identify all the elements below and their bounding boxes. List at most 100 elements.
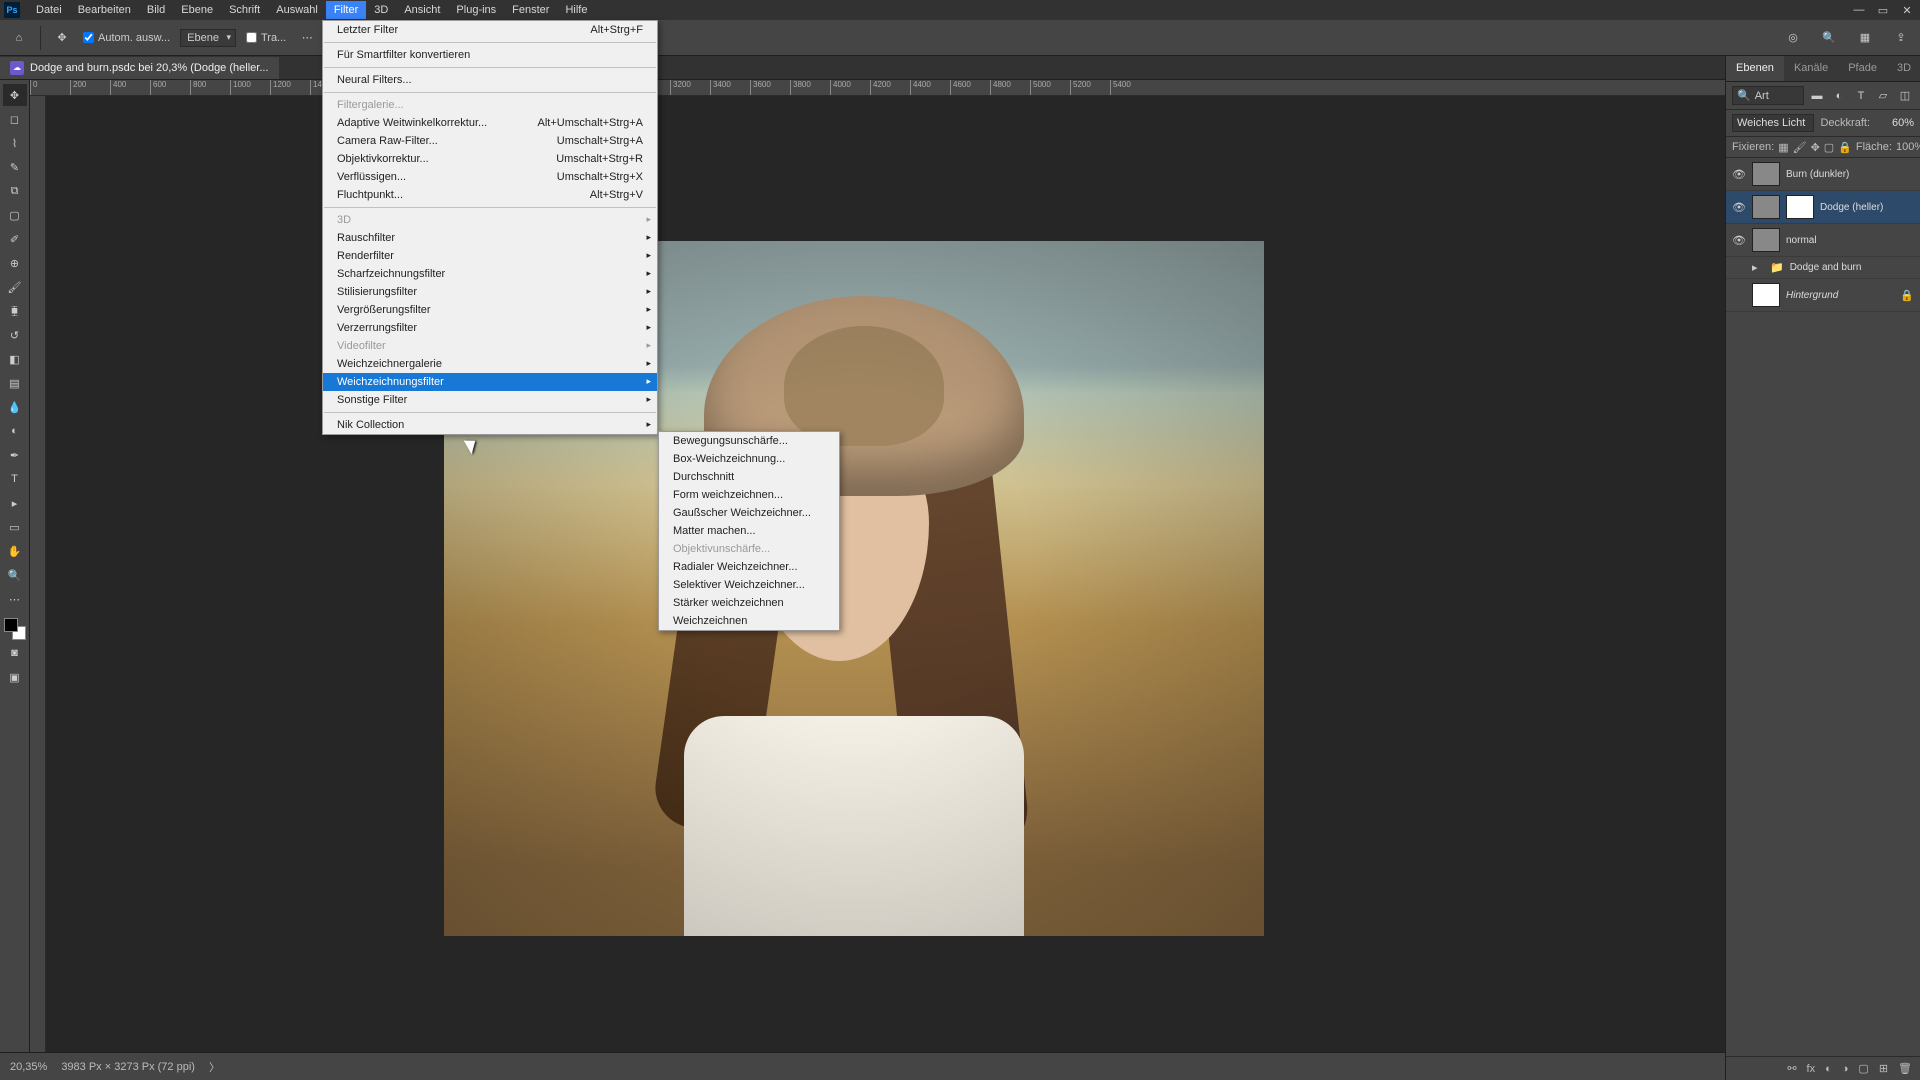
blur-tool[interactable]: 💧 <box>3 396 27 418</box>
eraser-tool[interactable]: ◧ <box>3 348 27 370</box>
link-layers-icon[interactable]: ⚯ <box>1787 1062 1796 1075</box>
fill-value[interactable]: 100% <box>1896 141 1920 153</box>
filter-sharpen[interactable]: Scharfzeichnungsfilter <box>323 265 657 283</box>
search-icon[interactable]: 🔍 <box>1818 27 1840 49</box>
filter-noise[interactable]: Rauschfilter <box>323 229 657 247</box>
visibility-icon[interactable]: 👁 <box>1732 201 1746 214</box>
filter-zoom[interactable]: Vergrößerungsfilter <box>323 301 657 319</box>
tab-3d[interactable]: 3D <box>1887 56 1920 81</box>
zoom-tool[interactable]: 🔍 <box>3 564 27 586</box>
close-button[interactable]: ✕ <box>1898 3 1916 17</box>
type-tool[interactable]: T <box>3 468 27 490</box>
visibility-icon[interactable]: 👁 <box>1732 234 1746 247</box>
workspace-icon[interactable]: ▦ <box>1854 27 1876 49</box>
canvas[interactable] <box>46 96 1725 1052</box>
more-icon[interactable]: ⋯ <box>296 27 318 49</box>
opacity-value[interactable]: 60% <box>1876 117 1914 129</box>
filter-stylize[interactable]: Stilisierungsfilter <box>323 283 657 301</box>
filter-convert-smart[interactable]: Für Smartfilter konvertieren <box>323 46 657 64</box>
layer-kind-select[interactable]: 🔍 Art <box>1732 86 1804 105</box>
filter-blur[interactable]: Weichzeichnungsfilter <box>323 373 657 391</box>
lasso-tool[interactable]: ⌇ <box>3 132 27 154</box>
menu-bild[interactable]: Bild <box>139 1 173 19</box>
menu-datei[interactable]: Datei <box>28 1 70 19</box>
menu-hilfe[interactable]: Hilfe <box>557 1 595 19</box>
transform-checkbox[interactable]: Tra... <box>246 32 286 44</box>
menu-bearbeiten[interactable]: Bearbeiten <box>70 1 139 19</box>
tab-kanaele[interactable]: Kanäle <box>1784 56 1838 81</box>
trash-icon[interactable]: 🗑 <box>1898 1062 1912 1075</box>
lock-pixel-icon[interactable]: 🖌 <box>1793 140 1807 154</box>
filter-distort[interactable]: Verzerrungsfilter <box>323 319 657 337</box>
filter-other[interactable]: Sonstige Filter <box>323 391 657 409</box>
adjustment-icon[interactable]: ◑ <box>1842 1063 1849 1075</box>
filter-liquify[interactable]: Verflüssigen...Umschalt+Strg+X <box>323 168 657 186</box>
filter-neural[interactable]: Neural Filters... <box>323 71 657 89</box>
target-select[interactable]: Ebene <box>180 29 236 47</box>
blur-matte[interactable]: Matter machen... <box>659 522 839 540</box>
quickmask-tool[interactable]: ◙ <box>3 642 27 664</box>
filter-3d[interactable]: 3D <box>323 211 657 229</box>
layer-row[interactable]: 👁 normal <box>1726 224 1920 257</box>
blur-motion[interactable]: Bewegungsunschärfe... <box>659 432 839 450</box>
lock-pos-icon[interactable]: ✥ <box>1811 140 1820 154</box>
menu-3d[interactable]: 3D <box>366 1 396 19</box>
pen-tool[interactable]: ✒ <box>3 444 27 466</box>
blur-average[interactable]: Durchschnitt <box>659 468 839 486</box>
filter-vanishing-point[interactable]: Fluchtpunkt...Alt+Strg+V <box>323 186 657 204</box>
maximize-button[interactable]: ▭ <box>1874 3 1892 17</box>
lock-all-icon[interactable]: 🔒 <box>1838 140 1852 154</box>
filter-smart-icon[interactable]: ◫ <box>1896 87 1914 105</box>
path-select-tool[interactable]: ▸ <box>3 492 27 514</box>
filter-shape-icon[interactable]: ▱ <box>1874 87 1892 105</box>
doc-info-chevron-icon[interactable]: 〉 <box>209 1059 220 1075</box>
dodge-tool[interactable]: ◐ <box>3 420 27 442</box>
tab-ebenen[interactable]: Ebenen <box>1726 56 1784 81</box>
rectangle-tool[interactable]: ▭ <box>3 516 27 538</box>
layer-row[interactable]: 👁 Dodge (heller) <box>1726 191 1920 224</box>
document-tab[interactable]: ☁ Dodge and burn.psdc bei 20,3% (Dodge (… <box>0 57 279 79</box>
hand-tool[interactable]: ✋ <box>3 540 27 562</box>
healing-tool[interactable]: ⊕ <box>3 252 27 274</box>
quickselect-tool[interactable]: ✎ <box>3 156 27 178</box>
history-brush-tool[interactable]: ↺ <box>3 324 27 346</box>
lock-trans-icon[interactable]: ▦ <box>1778 140 1788 154</box>
layer-group-row[interactable]: ▸ 📁 Dodge and burn <box>1726 257 1920 279</box>
filter-blur-gallery[interactable]: Weichzeichnergalerie <box>323 355 657 373</box>
color-swatch[interactable] <box>4 618 26 640</box>
group-icon[interactable]: ▢ <box>1858 1062 1868 1075</box>
screenmode-tool[interactable]: ▣ <box>3 666 27 688</box>
filter-nik-collection[interactable]: Nik Collection <box>323 416 657 434</box>
minimize-button[interactable]: — <box>1850 3 1868 17</box>
share-icon[interactable]: ⇪ <box>1890 27 1912 49</box>
zoom-value[interactable]: 20,35% <box>10 1061 47 1073</box>
blur-radial[interactable]: Radialer Weichzeichner... <box>659 558 839 576</box>
tab-pfade[interactable]: Pfade <box>1838 56 1887 81</box>
mask-icon[interactable]: ◐ <box>1825 1063 1832 1075</box>
fx-icon[interactable]: fx <box>1807 1063 1816 1075</box>
cloud-docs-icon[interactable]: ◎ <box>1782 27 1804 49</box>
eyedropper-tool[interactable]: ✐ <box>3 228 27 250</box>
filter-camera-raw[interactable]: Camera Raw-Filter...Umschalt+Strg+A <box>323 132 657 150</box>
new-layer-icon[interactable]: ⊞ <box>1879 1062 1888 1075</box>
blur-selective[interactable]: Selektiver Weichzeichner... <box>659 576 839 594</box>
filter-pixel-icon[interactable]: ▬ <box>1808 87 1826 105</box>
ruler-horizontal[interactable]: 0200400600800100012001400160018002000220… <box>30 80 1725 96</box>
move-tool[interactable]: ✥ <box>3 84 27 106</box>
filter-last[interactable]: Letzter FilterAlt+Strg+F <box>323 21 657 39</box>
foreground-color[interactable] <box>4 618 18 632</box>
disclosure-icon[interactable]: ▸ <box>1752 261 1764 274</box>
frame-tool[interactable]: ▢ <box>3 204 27 226</box>
menu-schrift[interactable]: Schrift <box>221 1 268 19</box>
menu-auswahl[interactable]: Auswahl <box>268 1 326 19</box>
filter-gallery[interactable]: Filtergalerie... <box>323 96 657 114</box>
edit-toolbar[interactable]: ⋯ <box>3 588 27 610</box>
blur-simple[interactable]: Weichzeichnen <box>659 612 839 630</box>
blur-box[interactable]: Box-Weichzeichnung... <box>659 450 839 468</box>
filter-lens-correction[interactable]: Objektivkorrektur...Umschalt+Strg+R <box>323 150 657 168</box>
filter-adaptive-wide[interactable]: Adaptive Weitwinkelkorrektur...Alt+Umsch… <box>323 114 657 132</box>
menu-plugins[interactable]: Plug-ins <box>448 1 504 19</box>
menu-ebene[interactable]: Ebene <box>173 1 221 19</box>
menu-fenster[interactable]: Fenster <box>504 1 557 19</box>
blur-gaussian[interactable]: Gaußscher Weichzeichner... <box>659 504 839 522</box>
